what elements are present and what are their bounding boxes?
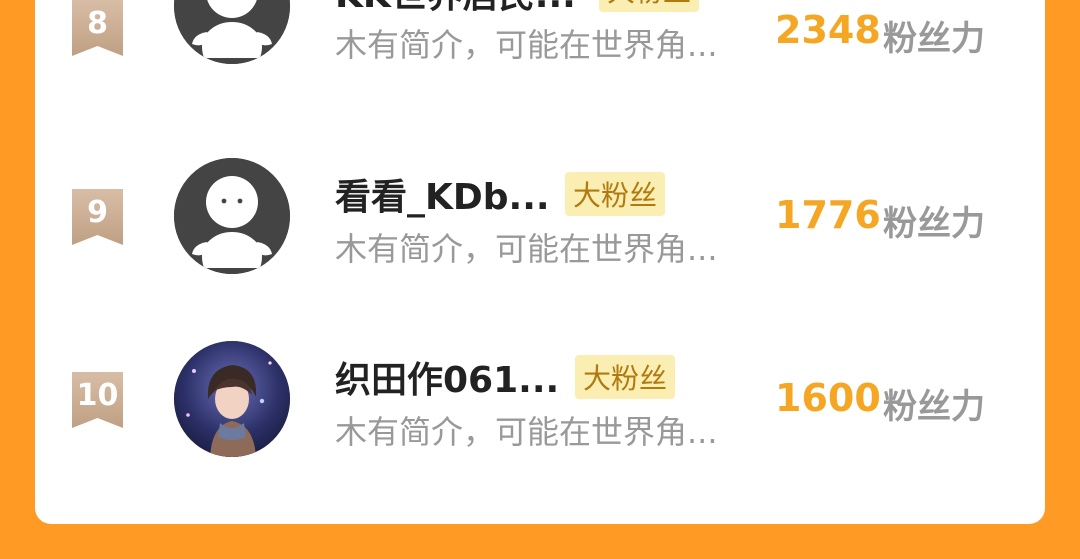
user-bio: 木有简介，可能在世界角... bbox=[335, 26, 718, 64]
list-item[interactable]: 8 KK世界居民... 大粉丝 木有简介，可能在世界角... 2348 粉丝力 bbox=[35, 0, 1045, 100]
default-avatar-icon[interactable] bbox=[174, 0, 290, 64]
fan-score-label: 粉丝力 bbox=[883, 204, 985, 244]
ranking-card: 8 KK世界居民... 大粉丝 木有简介，可能在世界角... 2348 粉丝力 bbox=[35, 0, 1045, 524]
fan-badge: 大粉丝 bbox=[575, 355, 676, 399]
fan-score: 1776 bbox=[775, 193, 881, 237]
list-item[interactable]: 9 看看_KDb... 大粉丝 木有简介，可能在世界角... 1776 粉丝力 bbox=[35, 158, 1045, 278]
fan-score-label: 粉丝力 bbox=[883, 387, 985, 427]
user-bio: 木有简介，可能在世界角... bbox=[335, 230, 718, 268]
fan-badge: 大粉丝 bbox=[565, 172, 666, 216]
list-item[interactable]: 10 织田作061... 大粉丝 木有简介，可能在世界角... 1600 粉丝力 bbox=[35, 341, 1045, 461]
fan-badge: 大粉丝 bbox=[599, 0, 700, 12]
user-name[interactable]: 看看_KDb... bbox=[335, 168, 550, 220]
anime-avatar-image[interactable] bbox=[174, 341, 290, 457]
fan-score-label: 粉丝力 bbox=[883, 19, 985, 59]
rank-ribbon: 8 bbox=[72, 0, 123, 56]
user-bio: 木有简介，可能在世界角... bbox=[335, 413, 718, 451]
rank-number: 10 bbox=[76, 378, 119, 413]
rank-number: 8 bbox=[87, 6, 108, 41]
rank-ribbon: 10 bbox=[72, 372, 123, 428]
rank-ribbon: 9 bbox=[72, 189, 123, 245]
rank-number: 9 bbox=[87, 195, 108, 230]
user-name[interactable]: KK世界居民... bbox=[335, 0, 576, 18]
user-name[interactable]: 织田作061... bbox=[335, 351, 559, 403]
default-avatar-icon[interactable] bbox=[174, 158, 290, 274]
fan-score: 2348 bbox=[775, 8, 881, 52]
fan-score: 1600 bbox=[775, 376, 881, 420]
